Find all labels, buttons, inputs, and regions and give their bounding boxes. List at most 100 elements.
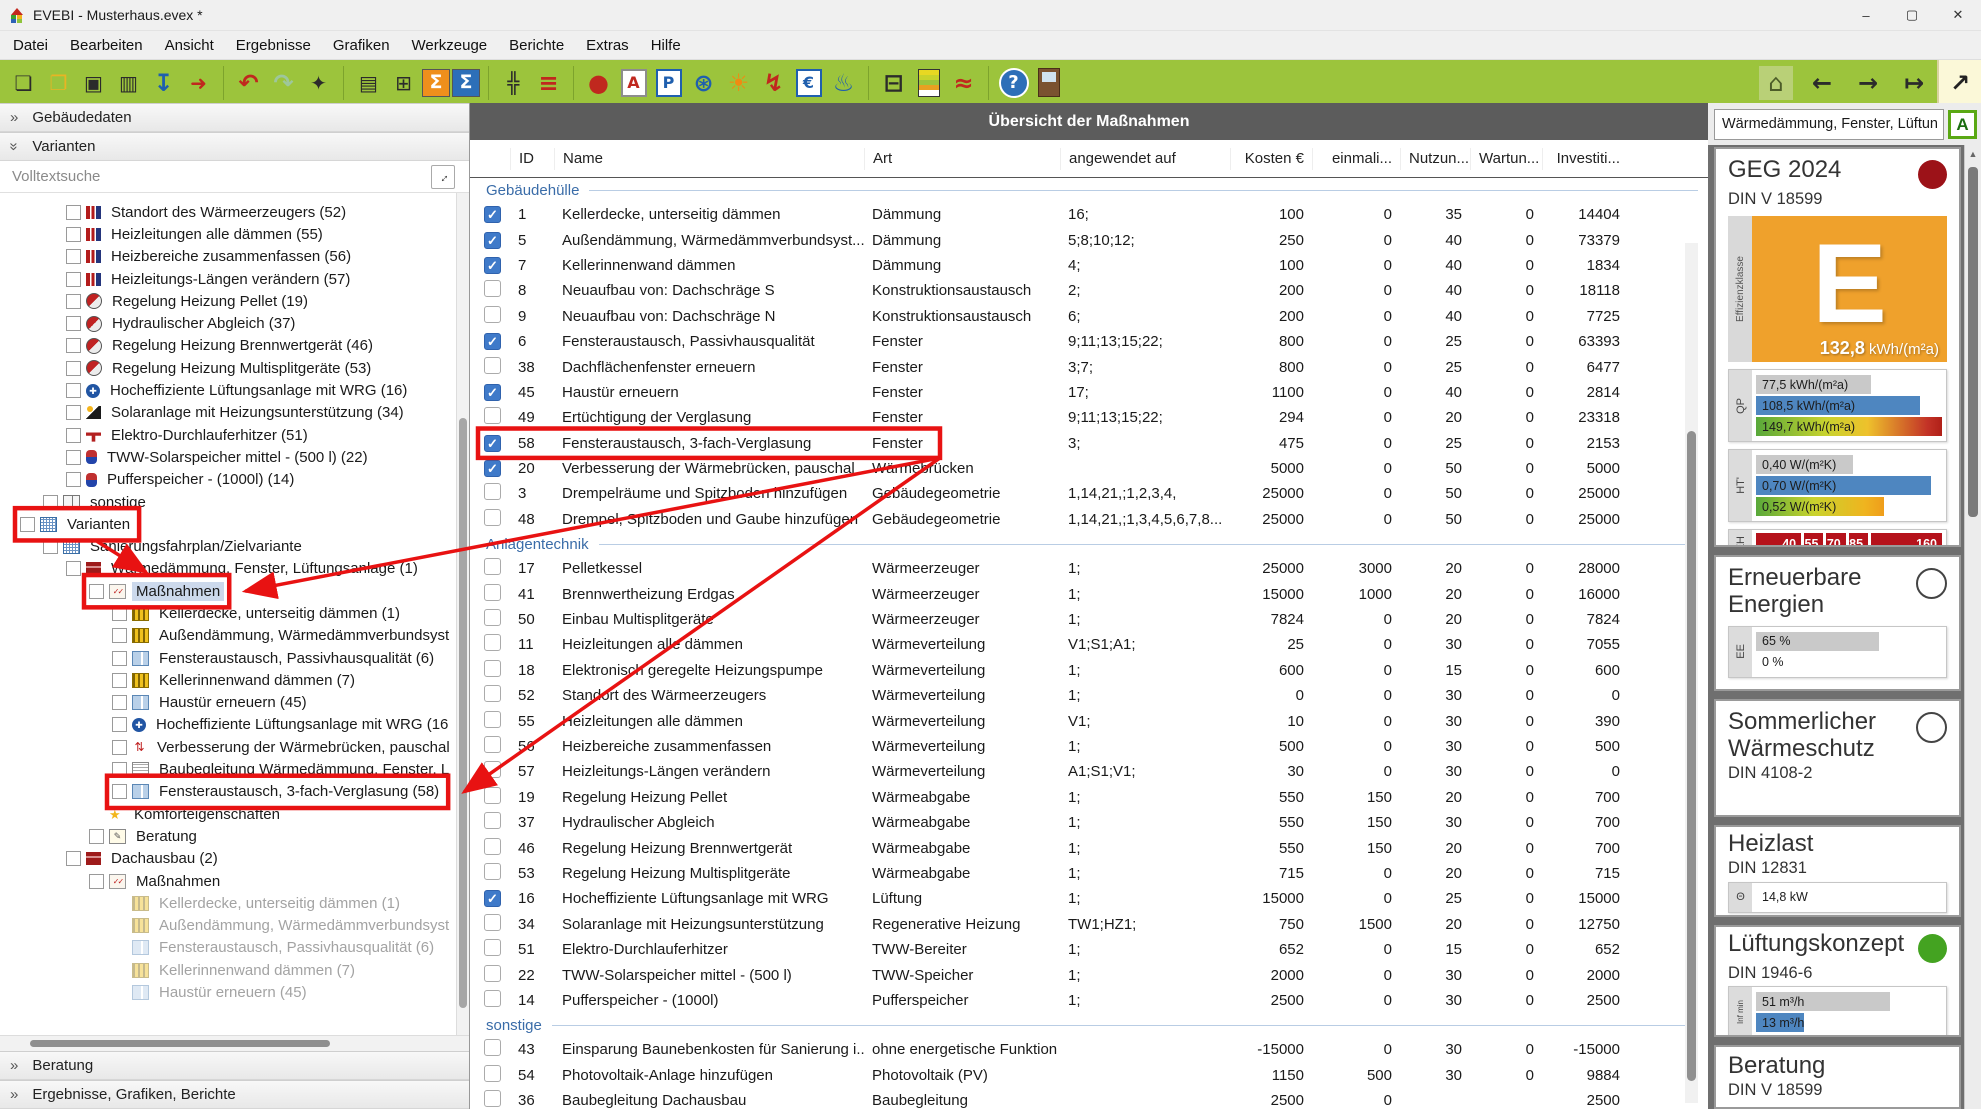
row-checkbox[interactable] [484,634,501,651]
expander-icon[interactable] [66,361,81,376]
row-checkbox[interactable] [484,357,501,374]
tree-item[interactable]: sonstige [0,491,469,513]
row-checkbox[interactable] [484,736,501,753]
expander-icon[interactable] [89,874,104,889]
tree-item[interactable]: Standort des Wärmeerzeugers (52) [0,201,469,223]
table-row[interactable]: 14 Pufferspeicher - (1000l) Pufferspeich… [476,988,1708,1013]
expander-icon[interactable] [112,651,127,666]
table-row[interactable]: 18 Elektronisch geregelte Heizungspumpe … [476,658,1708,683]
expander-icon[interactable] [112,740,127,755]
new-file-icon[interactable]: ❏ [7,65,40,101]
chart-icon[interactable]: ↗ [1937,60,1981,105]
menu-item[interactable]: Hilfe [640,33,692,58]
tree-item[interactable]: Heizleitungen alle dämmen (55) [0,223,469,245]
row-checkbox[interactable] [484,584,501,601]
table-row[interactable]: 48 Drempel, Spitzboden und Gaube hinzufü… [476,507,1708,532]
col-angewendet[interactable]: angewendet auf [1060,148,1230,170]
table-row[interactable]: 19 Regelung Heizung Pellet Wärmeabgabe 1… [476,785,1708,810]
row-checkbox[interactable] [484,1065,501,1082]
table-row[interactable]: 45 Haustür erneuern Fenster 17; 1100 0 4… [476,380,1708,405]
section-beratung[interactable]: » Beratung [0,1051,469,1080]
tree-item[interactable]: Verbesserung der Wärmebrücken, pauschal [0,736,469,758]
expander-icon[interactable] [112,695,127,710]
table-row[interactable]: 50 Einbau Multisplitgeräte Wärmeerzeuger… [476,607,1708,632]
expander-icon[interactable] [66,272,81,287]
hierarchy-icon[interactable]: ╬ [497,65,530,101]
row-checkbox[interactable] [484,333,501,350]
col-wartung[interactable]: Wartun... [1470,148,1542,170]
expander-icon[interactable] [112,784,127,799]
tree-item[interactable]: Außendämmung, Wärmedämmverbundsyst [0,625,469,647]
tree-item[interactable]: Regelung Heizung Pellet (19) [0,290,469,312]
tree-item[interactable]: Fensteraustausch, Passivhausqualität (6) [0,647,469,669]
tree-item[interactable]: Baubegleitung Wärmedämmung, Fenster, L [0,758,469,780]
table-row[interactable]: 22 TWW-Solarspeicher mittel - (500 l) TW… [476,962,1708,987]
row-checkbox[interactable] [484,838,501,855]
table-row[interactable]: 46 Regelung Heizung Brennwertgerät Wärme… [476,835,1708,860]
expander-icon[interactable] [66,249,81,264]
sidebar-scrollbar[interactable] [456,193,469,1035]
menu-item[interactable]: Ergebnisse [225,33,322,58]
goto-detail-icon[interactable]: ↦ [1892,65,1936,101]
lightning-icon[interactable]: ↯ [757,65,790,101]
tree-item[interactable]: TWW-Solarspeicher mittel - (500 l) (22) [0,446,469,468]
expander-icon[interactable] [66,205,81,220]
expander-icon[interactable] [66,561,81,576]
expander-icon[interactable] [89,584,104,599]
tree-item[interactable]: Haustür erneuern (45) [0,981,469,1003]
expander-icon[interactable] [66,294,81,309]
tree-item[interactable]: Hydraulischer Abgleich (37) [0,312,469,334]
expander-icon[interactable] [66,472,81,487]
expander-icon[interactable] [66,851,81,866]
expander-icon[interactable] [112,628,127,643]
auto-calc-button[interactable]: A [1948,110,1977,139]
table-row[interactable]: 37 Hydraulischer Abgleich Wärmeabgabe 1;… [476,810,1708,835]
expander-icon[interactable] [112,606,127,621]
tree-item[interactable]: Wärmedämmung, Fenster, Lüftungsanlage (1… [0,558,469,580]
row-checkbox[interactable] [484,990,501,1007]
tree-item[interactable]: Dachausbau (2) [0,848,469,870]
expander-icon[interactable] [20,517,35,532]
menu-item[interactable]: Berichte [498,33,575,58]
expander-icon[interactable] [89,829,104,844]
menu-item[interactable]: Ansicht [154,33,225,58]
table-row[interactable]: 53 Regelung Heizung Multisplitgeräte Wär… [476,861,1708,886]
tree-item[interactable]: Solaranlage mit Heizungsunterstützung (3… [0,402,469,424]
table-row[interactable]: 8 Neuaufbau von: Dachschräge S Konstrukt… [476,278,1708,303]
forward-icon[interactable]: → [1846,65,1890,101]
energy-label-icon[interactable] [912,65,945,101]
col-nutzung[interactable]: Nutzun... [1400,148,1470,170]
table-row[interactable]: 17 Pelletkessel Wärmeerzeuger 1; 25000 3… [476,556,1708,581]
tree-item[interactable]: Heizleitungs-Längen verändern (57) [0,268,469,290]
home-icon[interactable]: ⌂ [1754,65,1798,101]
table-row[interactable]: 41 Brennwertheizung Erdgas Wärmeerzeuger… [476,581,1708,606]
sum-orange-icon[interactable]: Σ [422,69,450,97]
tree-item[interactable]: Kellerinnenwand dämmen (7) [0,959,469,981]
col-id[interactable]: ID [510,148,554,170]
expander-icon[interactable] [66,450,81,465]
col-kosten[interactable]: Kosten € [1230,148,1312,170]
tree-item[interactable]: Beratung [0,825,469,847]
tree-item[interactable]: Komforteigenschaften [0,803,469,825]
minimize-button[interactable]: – [1843,0,1889,30]
row-checkbox[interactable] [484,711,501,728]
table-row[interactable]: 54 Photovoltaik-Anlage hinzufügen Photov… [476,1063,1708,1088]
table-row[interactable]: 20 Verbesserung der Wärmebrücken, pausch… [476,456,1708,481]
table-row[interactable]: 3 Drempelräume und Spitzboden hinzufügen… [476,481,1708,506]
row-checkbox[interactable] [484,685,501,702]
tree-item[interactable]: Hocheffiziente Lüftungsanlage mit WRG (1… [0,379,469,401]
tree-item-fensteraustausch-58[interactable]: Fensteraustausch, 3-fach-Verglasung (58) [0,781,469,803]
row-checkbox[interactable] [484,257,501,274]
measure-row-58[interactable]: 58 Fensteraustausch, 3-fach-Verglasung F… [476,431,1708,456]
menu-item[interactable]: Grafiken [322,33,401,58]
door-icon[interactable] [1032,65,1065,101]
tree-item[interactable]: Fensteraustausch, Passivhausqualität (6) [0,937,469,959]
expander-icon[interactable] [66,338,81,353]
scroll-up-icon[interactable]: ▲ [1965,145,1981,159]
row-checkbox[interactable] [484,1090,501,1107]
expander-icon[interactable] [66,227,81,242]
tree-item[interactable]: Kellerdecke, unterseitig dämmen (1) [0,602,469,624]
row-checkbox[interactable] [484,509,501,526]
row-checkbox[interactable] [484,1039,501,1056]
row-checkbox[interactable] [484,609,501,626]
